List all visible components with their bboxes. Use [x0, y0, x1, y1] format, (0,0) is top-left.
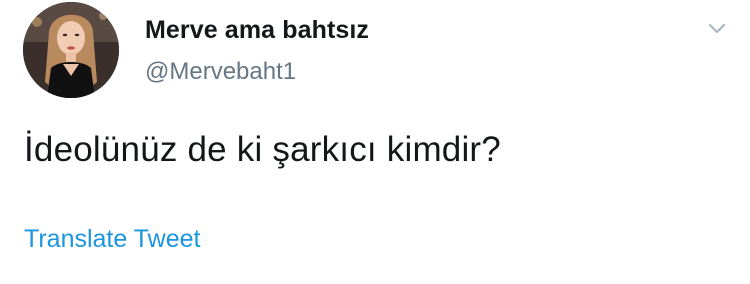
avatar[interactable] — [23, 2, 119, 98]
tweet-text: İdeolünüz de ki şarkıcı kimdir? — [24, 130, 501, 169]
user-handle[interactable]: @Mervebaht1 — [145, 58, 296, 86]
display-name[interactable]: Merve ama bahtsız — [145, 16, 369, 45]
tweet-card: Merve ama bahtsız @Mervebaht1 İdeolünüz … — [0, 0, 750, 284]
chevron-down-icon[interactable] — [704, 16, 730, 42]
translate-tweet-link[interactable]: Translate Tweet — [24, 225, 200, 254]
profile-photo-icon — [23, 2, 119, 98]
